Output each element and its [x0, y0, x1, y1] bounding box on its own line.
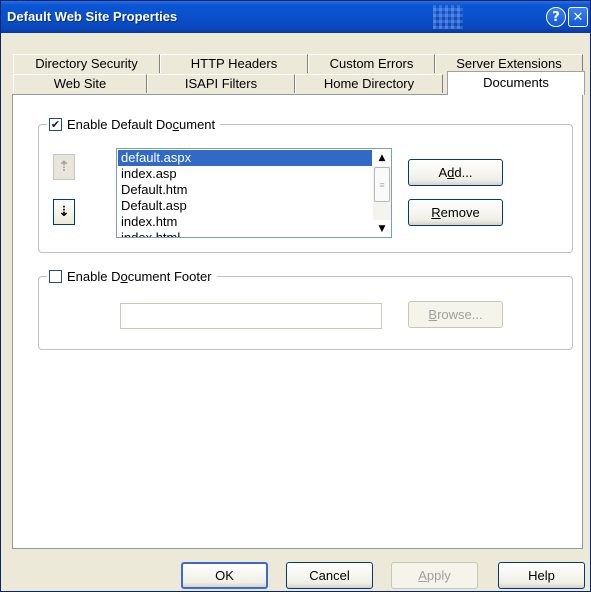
browse-button-label: Browse...: [428, 307, 483, 322]
enable-document-footer-checkbox[interactable]: [49, 269, 62, 283]
titlebar-decoration: [433, 5, 463, 29]
enable-default-document-checkbox[interactable]: ✔: [49, 117, 62, 131]
window-title: Default Web Site Properties: [7, 9, 178, 24]
remove-button[interactable]: Remove: [408, 199, 503, 226]
help-button[interactable]: Help: [498, 562, 585, 589]
enable-document-footer-label: Enable Document Footer: [67, 268, 212, 284]
apply-button: Apply: [391, 562, 478, 589]
tab-documents[interactable]: Documents: [447, 71, 585, 95]
arrow-down-icon: ⇣: [58, 204, 70, 220]
list-item[interactable]: index.htm: [118, 214, 372, 230]
list-scrollbar[interactable]: ▲ ≡ ▼: [373, 149, 391, 237]
tab-directory-security[interactable]: Directory Security: [13, 54, 160, 73]
default-documents-list[interactable]: default.aspx index.asp Default.htm Defau…: [116, 148, 392, 238]
scroll-thumb[interactable]: ≡: [374, 167, 390, 202]
tab-home-directory[interactable]: Home Directory: [295, 74, 443, 93]
browse-button: Browse...: [408, 301, 503, 328]
close-icon[interactable]: ✕: [568, 7, 588, 27]
tab-custom-errors[interactable]: Custom Errors: [308, 54, 435, 73]
enable-default-document-label: Enable Default Document: [67, 116, 216, 132]
arrow-up-icon: ⇡: [58, 159, 70, 175]
list-item[interactable]: index.html: [118, 230, 372, 237]
enable-document-footer-option[interactable]: Enable Document Footer: [47, 267, 217, 285]
scroll-up-icon[interactable]: ▲: [373, 149, 391, 166]
add-button-label: Add...: [438, 165, 473, 180]
footer-path-field: [120, 303, 382, 329]
apply-button-label: Apply: [418, 568, 451, 583]
default-documents-items: default.aspx index.asp Default.htm Defau…: [118, 150, 372, 237]
move-up-button[interactable]: ⇡: [53, 154, 75, 180]
list-item[interactable]: Default.asp: [118, 198, 372, 214]
properties-dialog: Default Web Site Properties ? ✕ Director…: [0, 0, 591, 592]
cancel-button[interactable]: Cancel: [286, 562, 373, 589]
move-down-button[interactable]: ⇣: [53, 199, 75, 225]
remove-button-label: Remove: [431, 205, 480, 220]
list-item[interactable]: default.aspx: [118, 150, 372, 166]
list-item[interactable]: Default.htm: [118, 182, 372, 198]
help-icon[interactable]: ?: [546, 7, 566, 27]
tab-web-site[interactable]: Web Site: [13, 74, 147, 93]
title-bar[interactable]: Default Web Site Properties ? ✕: [1, 1, 590, 33]
ok-button[interactable]: OK: [181, 562, 268, 589]
scroll-down-icon[interactable]: ▼: [373, 220, 391, 237]
tab-http-headers[interactable]: HTTP Headers: [160, 54, 308, 73]
list-item[interactable]: index.asp: [118, 166, 372, 182]
tab-isapi-filters[interactable]: ISAPI Filters: [147, 74, 295, 93]
documents-tab-panel: ✔ Enable Default Document ⇡ ⇣ default.as…: [12, 94, 583, 549]
enable-default-document-option[interactable]: ✔ Enable Default Document: [47, 115, 221, 133]
add-button[interactable]: Add...: [408, 159, 503, 186]
